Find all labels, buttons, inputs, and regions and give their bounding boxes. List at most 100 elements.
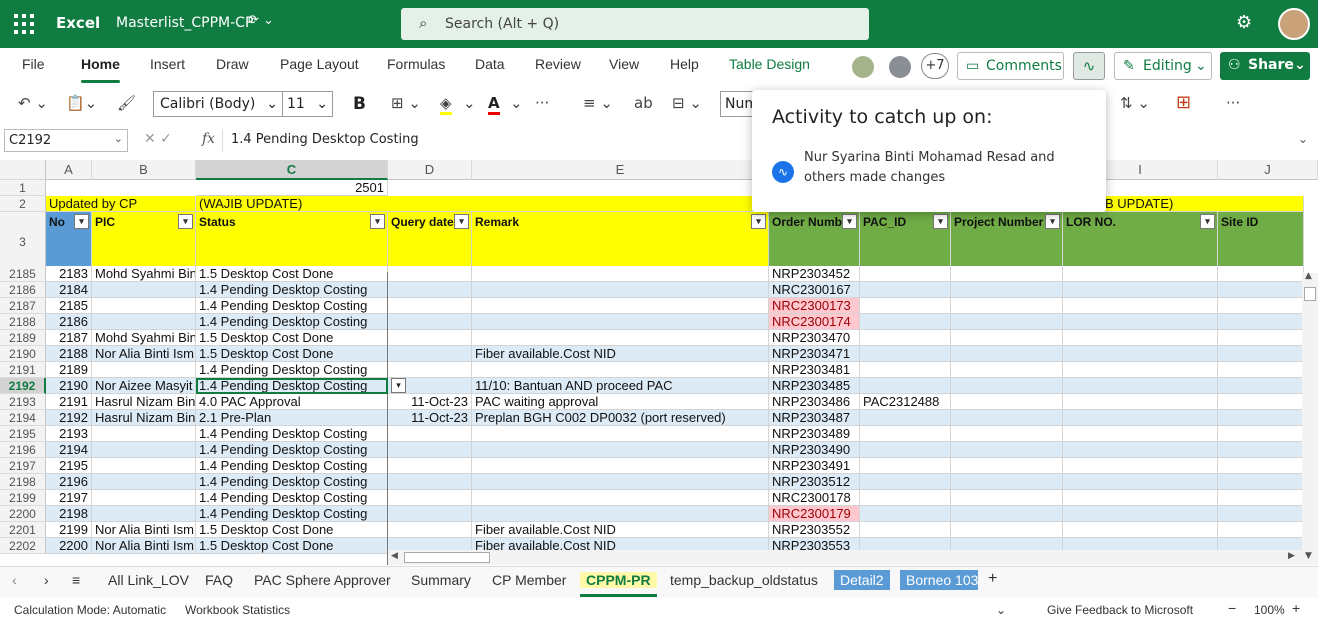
cell-date[interactable] xyxy=(388,282,472,298)
sheet-tab[interactable]: FAQ xyxy=(205,572,233,588)
cell-remark[interactable] xyxy=(472,282,769,298)
cell-j[interactable] xyxy=(1218,442,1304,458)
sheet-tab[interactable]: PAC Sphere Approver xyxy=(254,572,391,588)
cell-no[interactable]: 2188 xyxy=(46,346,92,362)
cell-pic[interactable] xyxy=(92,362,196,378)
row-header[interactable]: 1 xyxy=(0,180,46,196)
autosave-chevron-icon[interactable]: ⟳ ⌄ xyxy=(248,13,274,28)
cell-pic[interactable] xyxy=(92,314,196,330)
chevron-down-icon[interactable]: ⌄ xyxy=(996,603,1006,617)
editing-mode-button[interactable]: ✎ Editing ⌄ xyxy=(1114,52,1212,80)
vertical-scrollbar[interactable]: ▲ ▼ xyxy=(1302,271,1318,565)
cell-date[interactable]: 11-Oct-23 xyxy=(388,394,472,410)
cell-pic[interactable]: Nor Alia Binti Ism xyxy=(92,538,196,554)
chevron-down-icon[interactable]: ⌄ xyxy=(1298,132,1308,146)
cell-j[interactable] xyxy=(1218,378,1304,394)
cell-no[interactable]: 2191 xyxy=(46,394,92,410)
row-header[interactable]: 2194 xyxy=(0,410,46,426)
cell-no[interactable]: 2192 xyxy=(46,410,92,426)
gear-icon[interactable]: ⚙ xyxy=(1236,12,1252,33)
row-header[interactable]: 2189 xyxy=(0,330,46,346)
cell-pac[interactable] xyxy=(860,362,951,378)
chevron-down-icon[interactable]: ⌄ xyxy=(510,94,523,112)
cell-pac[interactable]: PAC2312488 xyxy=(860,394,951,410)
cell-h[interactable] xyxy=(951,474,1063,490)
cell-j[interactable] xyxy=(1218,410,1304,426)
scroll-thumb[interactable] xyxy=(1304,287,1316,301)
cell-remark[interactable] xyxy=(472,362,769,378)
cell-status[interactable]: 2.1 Pre-Plan xyxy=(196,410,388,426)
tab-draw[interactable]: Draw xyxy=(216,56,249,72)
cell-c1[interactable]: 2501 xyxy=(196,180,388,196)
cell-status[interactable]: 1.5 Desktop Cost Done xyxy=(196,330,388,346)
sheet-tab-active[interactable]: CPPM-PR xyxy=(580,572,657,597)
cell-dropdown-icon[interactable]: ▾ xyxy=(391,378,406,393)
cell-order[interactable]: NRP2303489 xyxy=(769,426,860,442)
cell-remark[interactable] xyxy=(472,458,769,474)
cell-order[interactable]: NRP2303470 xyxy=(769,330,860,346)
cell-order[interactable]: NRC2300179 xyxy=(769,506,860,522)
cell-no[interactable]: 2193 xyxy=(46,426,92,442)
cell-date[interactable] xyxy=(388,266,472,282)
prev-sheet-icon[interactable]: ‹ xyxy=(12,572,17,588)
cell-order[interactable]: NRC2300174 xyxy=(769,314,860,330)
collaborator-avatar[interactable] xyxy=(889,56,911,78)
cell-pic[interactable]: Mohd Syahmi Bin xyxy=(92,330,196,346)
tab-page-layout[interactable]: Page Layout xyxy=(280,56,359,72)
cell-remark[interactable] xyxy=(472,426,769,442)
cell-order[interactable]: NRP2303452 xyxy=(769,266,860,282)
scroll-down-icon[interactable]: ▼ xyxy=(1305,551,1312,561)
column-header-c[interactable]: C xyxy=(196,160,388,180)
comments-button[interactable]: ▭ Comments xyxy=(957,52,1064,80)
cell-j[interactable] xyxy=(1218,490,1304,506)
font-color-icon[interactable]: A xyxy=(488,94,500,115)
tab-home[interactable]: Home xyxy=(81,56,120,83)
row-header[interactable]: 2185 xyxy=(0,266,46,282)
tab-formulas[interactable]: Formulas xyxy=(387,56,445,72)
cell-h[interactable] xyxy=(951,298,1063,314)
cell-pac[interactable] xyxy=(860,426,951,442)
next-sheet-icon[interactable]: › xyxy=(44,572,49,588)
row-header[interactable]: 2188 xyxy=(0,314,46,330)
cell-h[interactable] xyxy=(951,282,1063,298)
cell-pic[interactable] xyxy=(92,442,196,458)
cell-no[interactable]: 2184 xyxy=(46,282,92,298)
cell-status[interactable]: 1.5 Desktop Cost Done xyxy=(196,538,388,554)
paste-icon[interactable]: 📋⌄ xyxy=(66,94,97,112)
sheet-tab[interactable]: Detail2 xyxy=(834,570,890,590)
cell-pac[interactable] xyxy=(860,506,951,522)
header-lor-no[interactable]: LOR NO. ▾ xyxy=(1063,212,1218,272)
filter-dropdown-icon[interactable]: ▾ xyxy=(370,214,385,229)
cell-i[interactable] xyxy=(1063,298,1218,314)
cell-pac[interactable] xyxy=(860,330,951,346)
cell-date[interactable] xyxy=(388,298,472,314)
cell-j[interactable] xyxy=(1218,282,1304,298)
column-header-a[interactable]: A xyxy=(46,160,92,180)
filter-dropdown-icon[interactable]: ▾ xyxy=(178,214,193,229)
row-header[interactable]: 2198 xyxy=(0,474,46,490)
cell-order[interactable]: NRP2303485 xyxy=(769,378,860,394)
cell-pic[interactable]: Hasrul Nizam Bin xyxy=(92,410,196,426)
sheet-tab[interactable]: Summary xyxy=(411,572,471,588)
cell-pic[interactable]: Mohd Syahmi Bin xyxy=(92,266,196,282)
cell-i[interactable] xyxy=(1063,474,1218,490)
cell-order[interactable]: NRP2303490 xyxy=(769,442,860,458)
cell-remark[interactable]: Fiber available.Cost NID xyxy=(472,522,769,538)
cell-remark[interactable] xyxy=(472,506,769,522)
cell-order[interactable]: NRC2300167 xyxy=(769,282,860,298)
header-site-id[interactable]: Site ID xyxy=(1218,212,1304,272)
cell-a2[interactable]: Updated by CP xyxy=(46,196,196,212)
select-all-corner[interactable] xyxy=(0,160,46,180)
scroll-left-icon[interactable]: ◀ xyxy=(391,551,398,561)
activity-message[interactable]: Nur Syarina Binti Mohamad Resad and othe… xyxy=(804,148,1094,188)
cell-i[interactable] xyxy=(1063,282,1218,298)
cell-h[interactable] xyxy=(951,490,1063,506)
all-sheets-icon[interactable]: ≡ xyxy=(72,572,80,588)
cell-h[interactable] xyxy=(951,458,1063,474)
scroll-up-icon[interactable]: ▲ xyxy=(1305,271,1312,281)
cell-pac[interactable] xyxy=(860,266,951,282)
header-remark[interactable]: Remark ▾ xyxy=(472,212,769,272)
cell-remark[interactable]: Preplan BGH C002 DP0032 (port reserved) xyxy=(472,410,769,426)
cell-status[interactable]: 4.0 PAC Approval xyxy=(196,394,388,410)
cell-j[interactable] xyxy=(1218,266,1304,282)
